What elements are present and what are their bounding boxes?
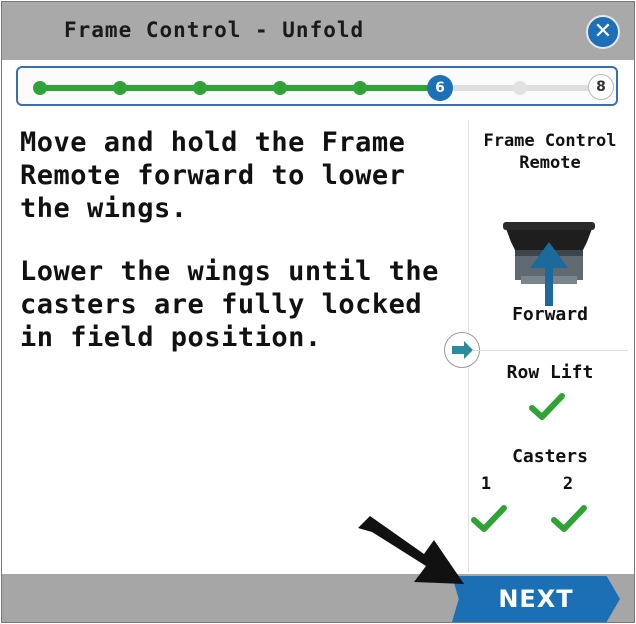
row-lift-check-icon	[529, 393, 565, 420]
forward-arrow-icon	[530, 242, 568, 306]
pointer-arrow-icon	[358, 516, 464, 584]
next-button[interactable]: NEXT	[452, 576, 620, 622]
progress-last-step: 8	[588, 74, 614, 100]
dialog-frame: Frame Control - Unfold ✕ 6 8 Move and ho…	[1, 1, 635, 623]
dialog-title: Frame Control - Unfold	[64, 18, 365, 42]
forward-label: Forward	[512, 304, 588, 325]
instruction-paragraph-2: Lower the wings until the casters are fu…	[20, 256, 439, 353]
progress-fill	[40, 85, 440, 91]
close-icon[interactable]: ✕	[586, 15, 620, 49]
caster-2-label: 2	[562, 474, 574, 494]
progress-step-3	[193, 81, 207, 95]
remote-title: Frame Control Remote	[483, 131, 617, 173]
row-lift-label: Row Lift	[506, 362, 594, 383]
caster-1-label: 1	[480, 474, 492, 494]
caster-2-check-icon	[551, 505, 587, 532]
progress-step-7	[513, 81, 527, 95]
casters-label: Casters	[512, 446, 588, 467]
instruction-paragraph-1: Move and hold the Frame Remote forward t…	[20, 127, 406, 224]
step-progress: 6 8	[16, 66, 618, 106]
progress-current-step: 6	[427, 75, 453, 101]
progress-step-2	[113, 81, 127, 95]
progress-step-5	[353, 81, 367, 95]
progress-step-4	[273, 81, 287, 95]
caster-1-check-icon	[471, 505, 507, 532]
side-panel-separator	[472, 350, 628, 351]
progress-step-1	[33, 81, 47, 95]
title-bar: Frame Control - Unfold ✕	[2, 2, 634, 60]
instruction-text: Move and hold the Frame Remote forward t…	[20, 126, 460, 384]
